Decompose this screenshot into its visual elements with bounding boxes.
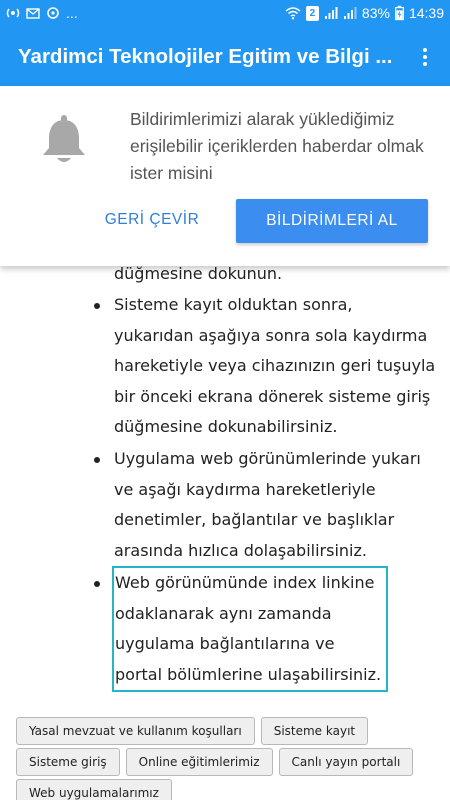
- clock: 14:39: [408, 5, 444, 21]
- sync-icon: [47, 7, 59, 19]
- link-button-row-3: Web uygulamalarımız: [16, 779, 172, 800]
- status-right-icons: 2 83% 14:39: [285, 4, 444, 22]
- list-item-text: Uygulama web görünümlerinde yukarı ve aş…: [114, 449, 421, 560]
- more-vert-icon[interactable]: [410, 42, 440, 72]
- app-bar: Yardimci Teknolojiler Egitim ve Bilgi ..…: [0, 28, 450, 86]
- list-item-text: Web görünümünde index linkine odaklanara…: [115, 573, 382, 684]
- bell-icon: [43, 115, 85, 162]
- notification-prompt: Bildirimlerimizi alarak yüklediğimiz eri…: [0, 86, 450, 266]
- focused-list-item[interactable]: Web görünümünde index linkine odaklanara…: [94, 566, 388, 692]
- register-button[interactable]: Sisteme kayıt: [260, 717, 369, 745]
- allow-notifications-button[interactable]: BİLDİRİMLERİ AL: [236, 199, 428, 243]
- link-button-row-2: Sisteme giriş Online eğitimlerimiz Canlı…: [16, 748, 414, 776]
- sim-badge: 2: [305, 5, 319, 21]
- bullet: [94, 581, 100, 587]
- login-button[interactable]: Sisteme giriş: [16, 748, 120, 776]
- bullet: [94, 457, 100, 463]
- prompt-message: Bildirimlerimizi alarak yüklediğimiz eri…: [130, 109, 424, 183]
- battery-charging-icon: [394, 5, 404, 21]
- web-apps-button[interactable]: Web uygulamalarımız: [16, 779, 172, 800]
- live-stream-portal-button[interactable]: Canlı yayın portalı: [278, 748, 414, 776]
- online-courses-button[interactable]: Online eğitimlerimiz: [125, 748, 273, 776]
- decline-button[interactable]: GERİ ÇEVİR: [96, 202, 208, 238]
- list-item-text: Sisteme kayıt olduktan sonra, yukarıdan …: [114, 295, 436, 436]
- status-left-icons: ...: [6, 4, 78, 22]
- legal-terms-button[interactable]: Yasal mevzuat ve kullanım koşulları: [16, 717, 255, 745]
- hotspot-icon: [6, 8, 20, 18]
- battery-percent: 83%: [361, 5, 390, 21]
- signal-icon: [324, 7, 338, 19]
- status-bar: ... 2 83% 14:39: [0, 0, 450, 28]
- list-item: Uygulama web görünümlerinde yukarı ve aş…: [94, 444, 436, 566]
- list-item: Sisteme kayıt olduktan sonra, yukarıdan …: [94, 290, 436, 443]
- mail-icon: [26, 8, 40, 19]
- link-button-row-1: Yasal mevzuat ve kullanım koşulları Sist…: [16, 717, 369, 745]
- more-notifications: ...: [66, 5, 78, 21]
- signal-icon-2: [343, 7, 357, 19]
- app-title: Yardimci Teknolojiler Egitim ve Bilgi ..…: [18, 45, 393, 68]
- wifi-icon: [285, 7, 301, 20]
- bullet: [94, 303, 100, 309]
